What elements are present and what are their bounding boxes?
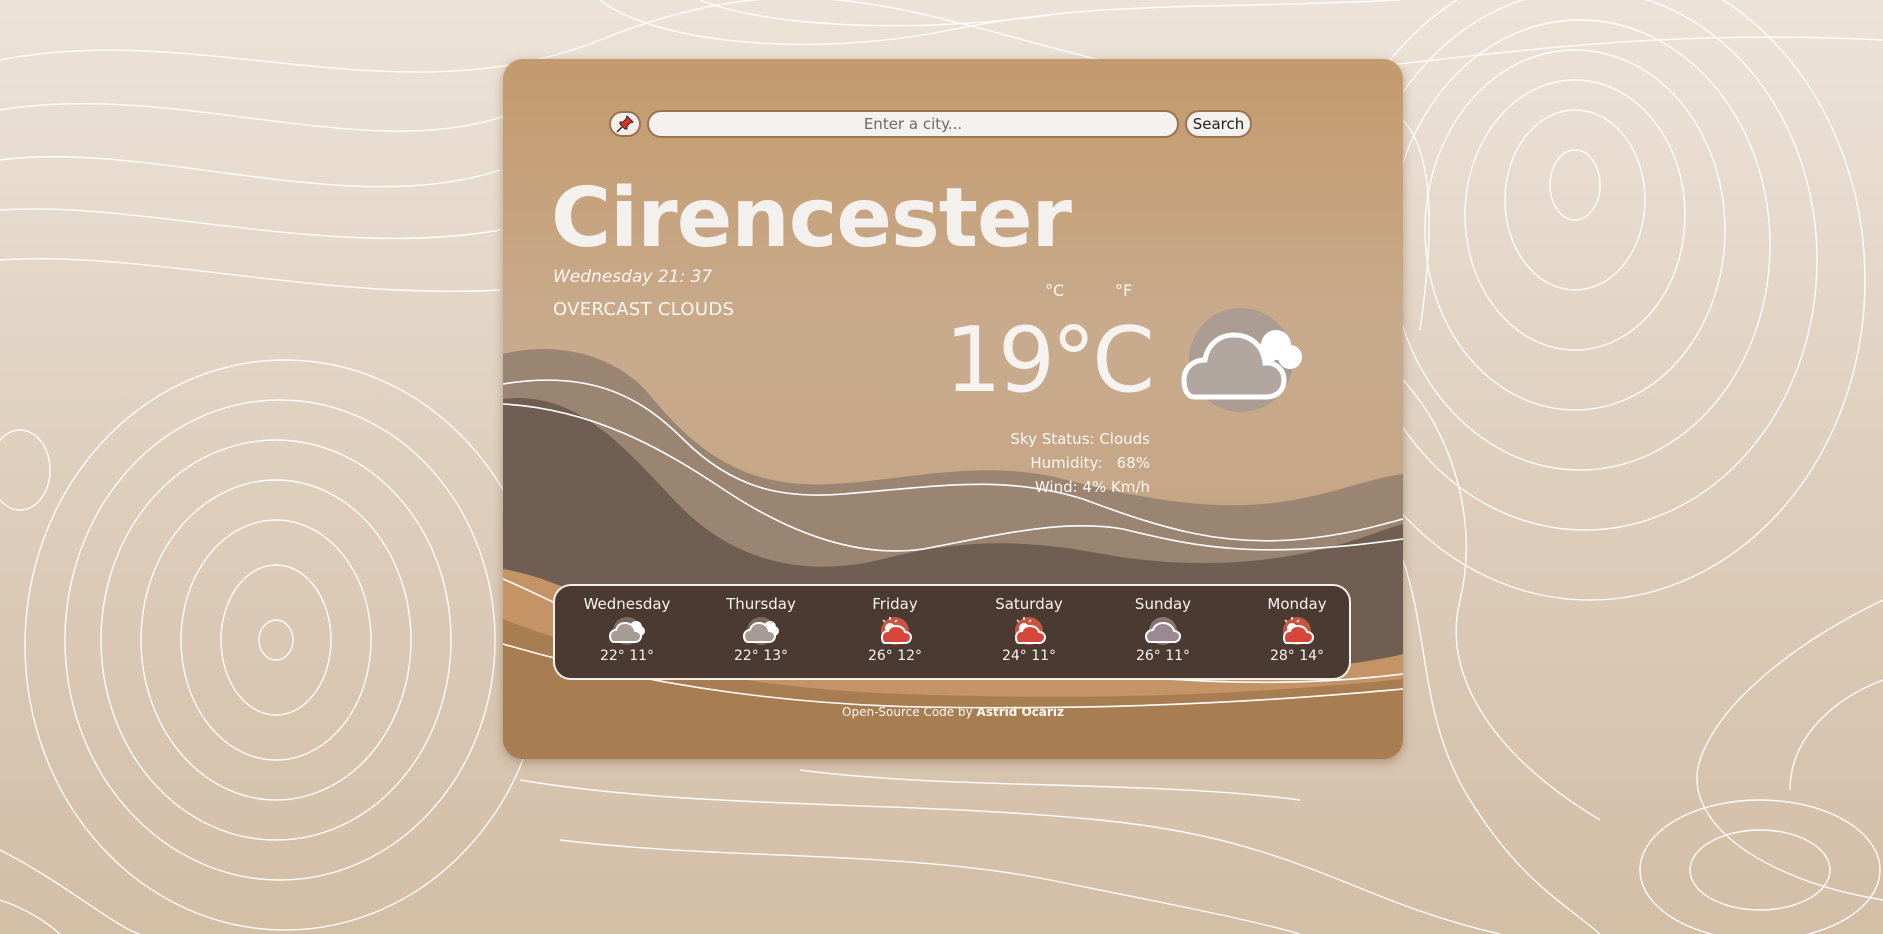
forecast-day-name: Wednesday (583, 595, 671, 613)
sun-cloud-icon (1014, 617, 1047, 645)
forecast-day-name: Thursday (726, 595, 796, 613)
pushpin-icon (616, 115, 634, 133)
weather-card: Search Cirencester Wednesday 21: 37 OVER… (503, 59, 1403, 759)
weather-description: OVERCAST CLOUDS (553, 299, 735, 320)
forecast-temps: 22° 13° (733, 648, 789, 664)
footer: Open-Source Code by Astrid Ocariz (503, 705, 1403, 719)
forecast-temps: 28° 14° (1269, 648, 1325, 664)
forecast-day: Wednesday 22° 11° (567, 594, 687, 665)
search-button[interactable]: Search (1185, 110, 1252, 138)
sun-cloud-icon (880, 617, 913, 645)
current-temperature: 19°C (944, 308, 1155, 413)
forecast-panel: Wednesday 22° 11° Thursday 22° 13° Frida… (553, 584, 1351, 680)
cloud-icon (742, 617, 779, 645)
search-input[interactable] (647, 110, 1179, 138)
celsius-toggle[interactable]: °C (1045, 281, 1064, 300)
cloud-icon (1144, 617, 1182, 645)
forecast-day: Monday 28° 14° (1237, 594, 1357, 665)
forecast-day-name: Saturday (995, 595, 1063, 613)
wind: Wind: 4% Km/h (1034, 478, 1150, 496)
humidity: Humidity: 68% (1030, 454, 1150, 472)
sky-status: Sky Status: Clouds (1010, 430, 1150, 448)
footer-text: Open-Source Code by (842, 705, 977, 719)
forecast-day-name: Friday (872, 595, 918, 613)
author-link[interactable]: Astrid Ocariz (977, 705, 1064, 719)
cloud-icon (608, 617, 645, 645)
forecast-temps: 26° 11° (1135, 648, 1191, 664)
forecast-day: Friday 26° 12° (835, 594, 955, 665)
date-time: Wednesday 21: 37 (553, 267, 713, 287)
forecast-temps: 26° 12° (867, 648, 923, 664)
search-bar: Search (609, 110, 1252, 138)
forecast-temps: 22° 11° (599, 648, 655, 664)
forecast-day-name: Monday (1267, 595, 1327, 613)
forecast-day: Thursday 22° 13° (701, 594, 821, 665)
city-name: Cirencester (551, 171, 1072, 266)
forecast-day: Saturday 24° 11° (969, 594, 1089, 665)
forecast-day: Sunday 26° 11° (1103, 594, 1223, 665)
sun-cloud-icon (1282, 617, 1315, 645)
cloud-icon (1181, 308, 1302, 412)
fahrenheit-toggle[interactable]: °F (1115, 281, 1132, 300)
weather-details: Sky Status: Clouds Humidity: 68% Wind: 4… (863, 427, 1150, 499)
forecast-temps: 24° 11° (1001, 648, 1057, 664)
forecast-day-name: Sunday (1134, 595, 1192, 613)
location-pin-button[interactable] (609, 111, 641, 137)
